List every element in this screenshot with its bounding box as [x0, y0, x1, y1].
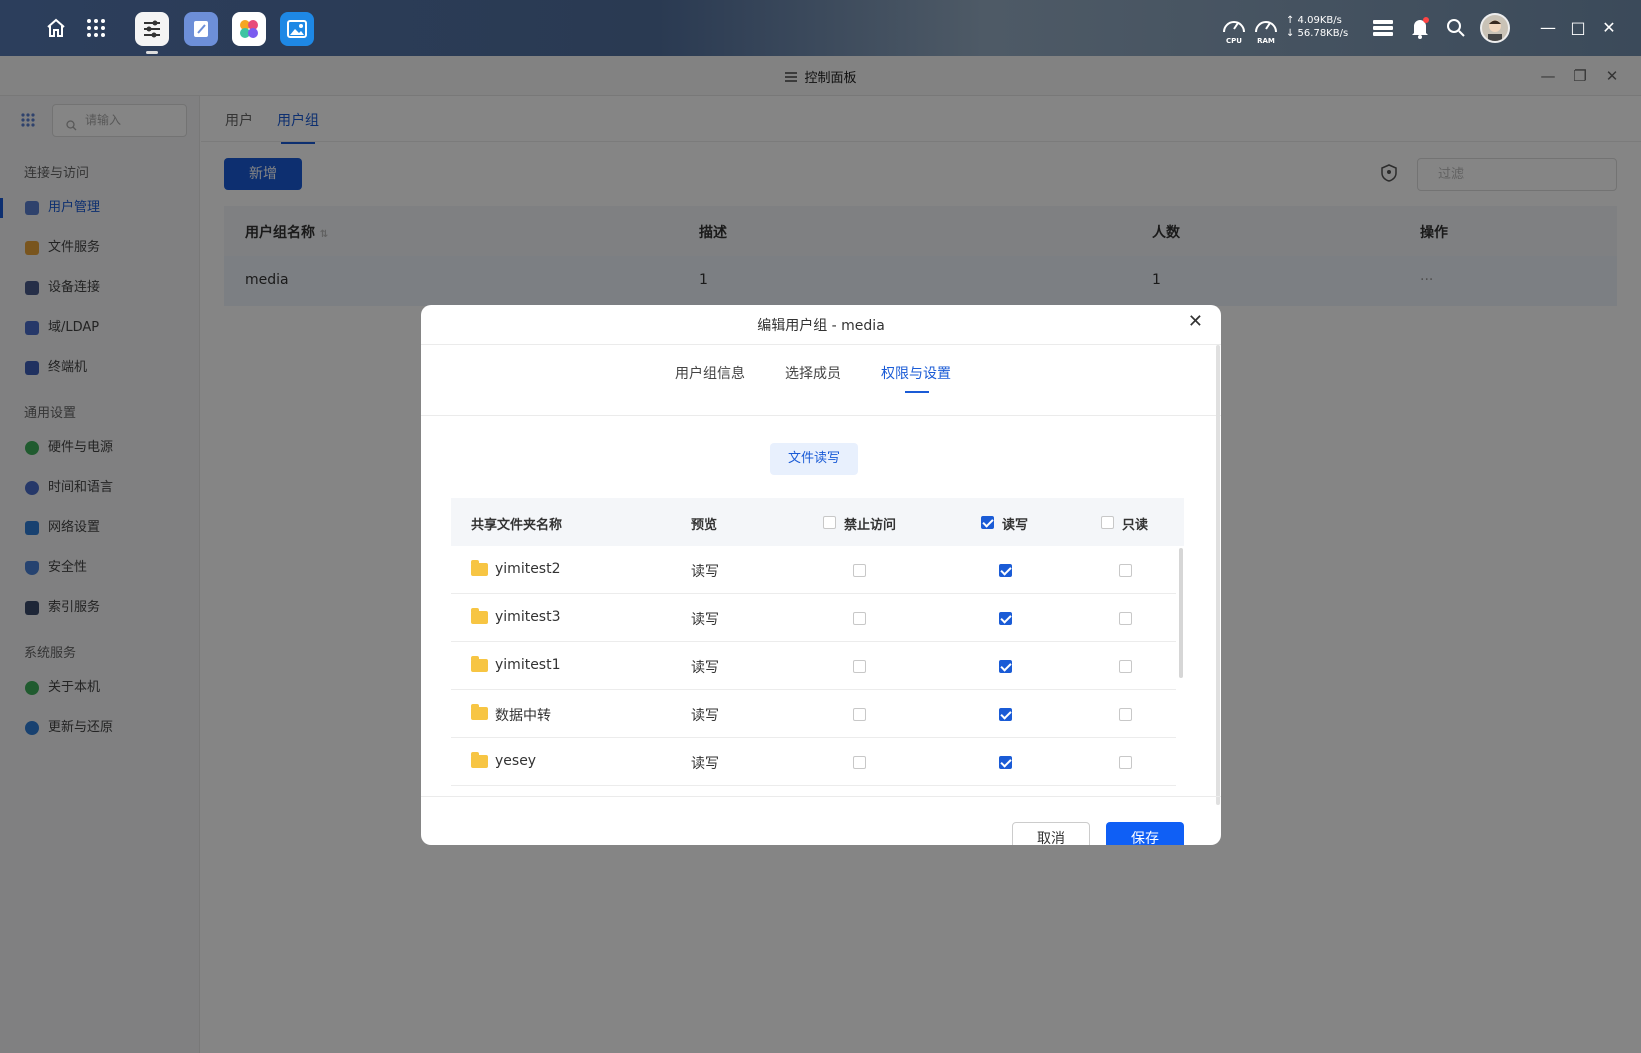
permission-table-header: 共享文件夹名称 预览 禁止访问 读写 只读 — [451, 498, 1184, 546]
ro-checkbox[interactable] — [1119, 756, 1132, 769]
dialog-tabs-divider — [421, 415, 1221, 416]
tab-group-info[interactable]: 用户组信息 — [675, 363, 745, 383]
app-grid-icon[interactable] — [80, 12, 112, 44]
minimize-icon[interactable]: — — [1536, 16, 1560, 40]
download-speed: ↓ 56.78KB/s — [1286, 28, 1349, 39]
deny-checkbox[interactable] — [853, 708, 866, 721]
ro-checkbox[interactable] — [1119, 612, 1132, 625]
table-row: 数据中转 读写 — [451, 690, 1176, 738]
folder-icon — [471, 656, 488, 672]
preview-value: 读写 — [691, 564, 719, 580]
rw-checkbox[interactable] — [999, 612, 1012, 625]
bell-icon[interactable] — [1404, 12, 1436, 44]
folder-name: 数据中转 — [495, 708, 551, 724]
edit-group-dialog: 编辑用户组 - media ✕ 用户组信息 选择成员 权限与设置 文件读写 共享… — [421, 305, 1221, 845]
deny-checkbox[interactable] — [853, 564, 866, 577]
cpu-gauge-icon: CPU — [1221, 15, 1247, 45]
dialog-title: 编辑用户组 - media — [757, 318, 885, 334]
table-row: yesey 读写 — [451, 738, 1176, 786]
control-panel-app-icon[interactable] — [135, 12, 169, 54]
col-deny: 禁止访问 — [844, 518, 897, 533]
deny-all-checkbox[interactable] — [823, 516, 836, 529]
save-button[interactable]: 保存 — [1106, 822, 1184, 845]
folder-icon — [471, 608, 488, 624]
upload-speed: ↑ 4.09KB/s — [1286, 15, 1342, 26]
col-ro: 只读 — [1122, 518, 1149, 533]
ram-label: RAM — [1257, 37, 1275, 45]
folder-name: yimitest1 — [495, 657, 561, 673]
rw-checkbox[interactable] — [999, 660, 1012, 673]
table-scrollbar[interactable] — [1179, 548, 1183, 678]
dialog-footer-divider — [421, 796, 1221, 797]
ro-checkbox[interactable] — [1119, 660, 1132, 673]
ro-all-checkbox[interactable] — [1101, 516, 1114, 529]
col-folder-name: 共享文件夹名称 — [471, 518, 563, 533]
folder-icon — [471, 560, 488, 576]
deny-checkbox[interactable] — [853, 756, 866, 769]
rw-checkbox[interactable] — [999, 756, 1012, 769]
server-icon[interactable] — [1367, 12, 1399, 44]
folder-name: yesey — [495, 753, 537, 769]
ro-checkbox[interactable] — [1119, 564, 1132, 577]
tab-permissions[interactable]: 权限与设置 — [881, 363, 951, 393]
photos-app-icon[interactable] — [280, 12, 314, 46]
folder-name: yimitest2 — [495, 561, 561, 577]
search-icon[interactable] — [1440, 12, 1472, 44]
col-preview: 预览 — [691, 518, 718, 533]
dialog-close-icon[interactable]: ✕ — [1188, 311, 1203, 332]
table-row: yimitest3 读写 — [451, 594, 1176, 642]
maximize-icon[interactable]: □ — [1566, 16, 1590, 40]
taskbar: CPU RAM ↑ 4.09KB/s ↓ 56.78KB/s — □ ✕ — [0, 0, 1641, 56]
rw-all-checkbox[interactable] — [981, 516, 994, 529]
network-speed: ↑ 4.09KB/s ↓ 56.78KB/s — [1286, 14, 1348, 40]
preview-value: 读写 — [691, 612, 719, 628]
file-rw-chip[interactable]: 文件读写 — [770, 443, 858, 475]
dialog-divider — [421, 344, 1221, 345]
rw-checkbox[interactable] — [999, 564, 1012, 577]
preview-value: 读写 — [691, 756, 719, 772]
folder-icon — [471, 752, 488, 768]
tab-select-members[interactable]: 选择成员 — [785, 363, 841, 383]
ro-checkbox[interactable] — [1119, 708, 1132, 721]
cpu-label: CPU — [1226, 37, 1242, 45]
deny-checkbox[interactable] — [853, 612, 866, 625]
close-icon[interactable]: ✕ — [1597, 16, 1621, 40]
col-rw: 读写 — [1002, 518, 1029, 533]
deny-checkbox[interactable] — [853, 660, 866, 673]
folder-icon — [471, 704, 488, 720]
preview-value: 读写 — [691, 660, 719, 676]
avatar[interactable] — [1480, 13, 1510, 43]
table-row: yimitest2 读写 — [451, 546, 1176, 594]
notes-app-icon[interactable] — [184, 12, 218, 46]
app-store-icon[interactable] — [232, 12, 266, 46]
folder-name: yimitest3 — [495, 609, 561, 625]
ram-gauge-icon: RAM — [1253, 15, 1279, 45]
dialog-scrollbar[interactable] — [1216, 345, 1220, 805]
cancel-button[interactable]: 取消 — [1012, 822, 1090, 845]
home-icon[interactable] — [40, 12, 72, 44]
table-row: yimitest1 读写 — [451, 642, 1176, 690]
preview-value: 读写 — [691, 708, 719, 724]
rw-checkbox[interactable] — [999, 708, 1012, 721]
